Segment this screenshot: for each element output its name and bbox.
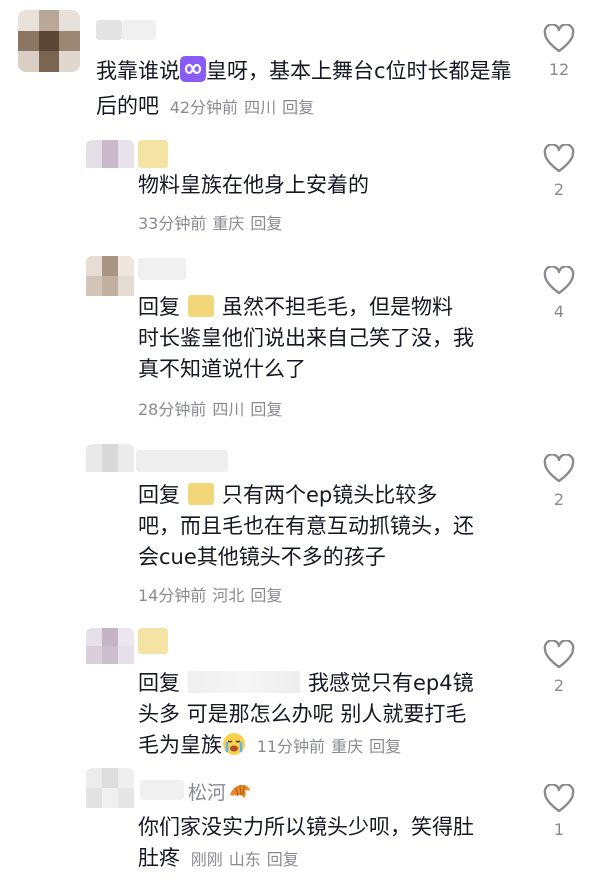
username-redacted[interactable]	[138, 140, 168, 168]
comment-text-part: 头多 可是那怎么办呢 别人就要打毛	[138, 702, 467, 726]
like-count: 2	[553, 676, 565, 695]
like-button[interactable]: 12	[535, 24, 583, 79]
heart-outline-icon	[543, 454, 575, 483]
comment-text: 回复 我感觉只有ep4镜 头多 可是那怎么办呢 别人就要打毛 毛为皇族 11分钟前…	[138, 668, 528, 765]
like-count: 2	[553, 180, 565, 199]
comment-meta: 28分钟前 四川 回复	[138, 396, 288, 420]
username-redacted[interactable]	[138, 258, 186, 280]
comment-meta: 刚刚 山东 回复	[191, 850, 305, 869]
avatar[interactable]	[86, 628, 134, 676]
croissant-emoji-icon	[228, 781, 252, 808]
comment-text-part: 真不知道说什么了	[138, 357, 306, 381]
comment-location: 山东	[228, 850, 261, 869]
like-button[interactable]: 2	[535, 640, 583, 695]
reply-prefix: 回复	[138, 671, 180, 695]
comment-meta: 42分钟前 四川 回复	[170, 98, 320, 117]
avatar[interactable]	[86, 768, 134, 816]
reply-button[interactable]: 回复	[250, 214, 282, 233]
heart-outline-icon	[543, 144, 575, 173]
username-redacted	[140, 780, 184, 800]
comment-time: 28分钟前	[138, 400, 207, 419]
like-button[interactable]: 2	[535, 144, 583, 199]
comment-text-part: 我感觉只有ep4镜	[308, 671, 474, 695]
heart-outline-icon	[543, 266, 575, 295]
heart-outline-icon	[543, 640, 575, 669]
comment-text: 物料皇族在他身上安着的	[138, 170, 518, 201]
like-button[interactable]: 1	[535, 784, 583, 839]
comment-meta: 11分钟前 重庆 回复	[257, 737, 407, 756]
comment-text-part: 你们家没实力所以镜头少呗，笑得肚	[138, 815, 474, 839]
comment-text-part: 会cue其他镜头不多的孩子	[138, 545, 386, 569]
avatar[interactable]	[18, 10, 80, 72]
comment-meta: 14分钟前 河北 回复	[138, 582, 288, 606]
username-redacted[interactable]	[138, 628, 168, 654]
comment-location: 河北	[212, 586, 245, 605]
mention-user[interactable]	[188, 671, 300, 693]
reply-prefix: 回复	[138, 295, 180, 319]
avatar-mosaic	[86, 140, 134, 168]
reply-button[interactable]: 回复	[282, 98, 314, 117]
like-button[interactable]: 4	[535, 266, 583, 321]
comment-location: 四川	[212, 400, 245, 419]
avatar-mosaic	[86, 256, 134, 296]
username-text: 松河	[188, 782, 227, 804]
reply-button[interactable]: 回复	[369, 737, 401, 756]
comment-text: 我靠谁说 皇呀，基本上舞台c位时长都是靠后的吧 42分钟前 四川 回复	[96, 56, 516, 123]
infinity-emoji-icon	[180, 56, 206, 91]
like-count: 1	[553, 820, 565, 839]
avatar-mosaic	[18, 10, 80, 72]
comment-text-part: 我靠谁说	[96, 59, 180, 83]
like-count: 2	[553, 490, 565, 509]
reply-button[interactable]: 回复	[250, 400, 282, 419]
username-redacted[interactable]	[136, 450, 228, 472]
comment-time: 14分钟前	[138, 586, 207, 605]
comment-time: 33分钟前	[138, 214, 207, 233]
comment-text-part: 只有两个ep镜头比较多	[222, 483, 438, 507]
username-redacted	[122, 20, 156, 40]
crying-emoji-icon	[222, 732, 246, 765]
avatar[interactable]	[86, 140, 134, 188]
comment-text-part: 毛为皇族	[138, 733, 222, 757]
comment-text-part: 虽然不担毛毛，但是物料	[222, 295, 453, 319]
like-count: 4	[553, 302, 565, 321]
comment-time: 11分钟前	[256, 737, 326, 756]
reply-button[interactable]: 回复	[267, 850, 299, 869]
comment-time: 刚刚	[190, 850, 223, 869]
comment-text-part: 时长鉴皇他们说出来自己笑了没，我	[138, 326, 474, 350]
username-redacted[interactable]	[96, 20, 122, 40]
like-button[interactable]: 2	[535, 454, 583, 509]
comment-location: 重庆	[212, 214, 245, 233]
comment-time: 42分钟前	[169, 98, 239, 117]
avatar-mosaic	[86, 444, 134, 472]
reply-prefix: 回复	[138, 483, 180, 507]
avatar-mosaic	[86, 628, 134, 664]
heart-outline-icon	[543, 784, 575, 813]
comment-text-part: 肚疼	[138, 846, 180, 870]
comment-text: 你们家没实力所以镜头少呗，笑得肚 肚疼 刚刚 山东 回复	[138, 812, 528, 875]
like-count: 12	[548, 60, 570, 79]
mention-user[interactable]	[188, 483, 214, 505]
comment-text-part: 吧，而且毛也在有意互动抓镜头，还	[138, 514, 474, 538]
comment-location: 四川	[244, 98, 277, 117]
comment-text-part: 物料皇族在他身上安着的	[138, 173, 369, 197]
avatar[interactable]	[86, 256, 134, 304]
comment-text: 回复 只有两个ep镜头比较多 吧，而且毛也在有意互动抓镜头，还 会cue其他镜头不…	[138, 480, 528, 573]
comment-meta: 33分钟前 重庆 回复	[138, 210, 288, 234]
mention-user[interactable]	[188, 295, 214, 317]
comment-location: 重庆	[331, 737, 364, 756]
heart-outline-icon	[543, 24, 575, 53]
comment-text: 回复 虽然不担毛毛，但是物料 时长鉴皇他们说出来自己笑了没，我 真不知道说什么了	[138, 292, 528, 385]
avatar[interactable]	[86, 444, 134, 492]
username[interactable]: 松河	[188, 778, 252, 808]
avatar-mosaic	[86, 768, 134, 808]
reply-button[interactable]: 回复	[250, 586, 282, 605]
